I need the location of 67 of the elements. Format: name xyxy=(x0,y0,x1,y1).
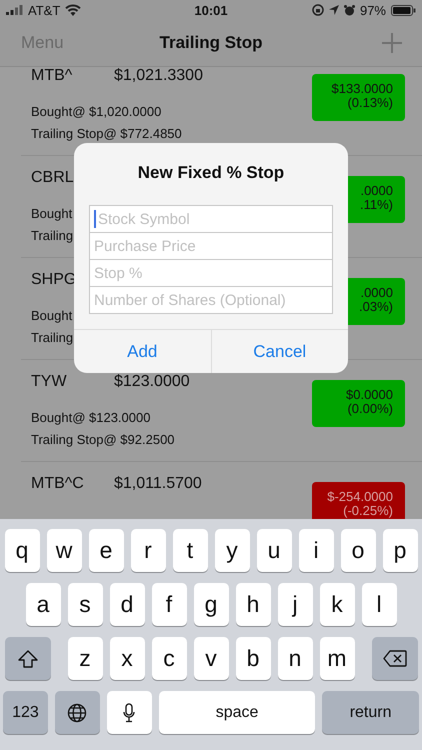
stock-symbol: SHPG xyxy=(31,271,76,289)
key[interactable]: i xyxy=(298,529,334,572)
stock-price: $1,011.5700 xyxy=(114,475,202,493)
key[interactable]: t xyxy=(172,529,208,572)
key[interactable]: m xyxy=(320,637,354,680)
return-key[interactable]: return xyxy=(322,691,419,734)
trailing-stop: Trailing Stop@ $92.2500 xyxy=(31,431,176,449)
microphone-key[interactable] xyxy=(106,691,152,734)
wifi-icon xyxy=(65,4,82,16)
key[interactable]: z xyxy=(68,637,102,680)
stock-price: $1,021.3300 xyxy=(114,67,203,85)
bought-price: Bought@ $1,020.0000 xyxy=(31,103,162,121)
rotation-lock-icon xyxy=(312,4,324,16)
key[interactable]: e xyxy=(88,529,124,572)
stock-price: $123.0000 xyxy=(114,373,190,391)
delete-icon xyxy=(382,650,406,667)
trailing-stop: Trailing Stop@ $772.4850 xyxy=(31,125,183,143)
dialog-button[interactable]: Cancel xyxy=(210,330,348,373)
microphone-icon xyxy=(123,702,136,722)
signal-icon xyxy=(6,5,23,15)
space-key[interactable]: space xyxy=(158,691,316,734)
shift-icon xyxy=(18,650,38,668)
globe-key[interactable] xyxy=(54,691,100,734)
key[interactable]: s xyxy=(68,583,102,626)
status-time: 10:01 xyxy=(194,2,228,18)
change-badge: $133.0000 (0.13%) xyxy=(312,74,405,121)
key[interactable]: x xyxy=(110,637,144,680)
key[interactable]: g xyxy=(194,583,228,626)
change-badge: $-254.0000 (-0.25%) xyxy=(312,482,405,519)
stock-symbol: MTB^ xyxy=(31,67,72,85)
key[interactable]: u xyxy=(256,529,292,572)
stock-symbol: MTB^C xyxy=(31,475,84,493)
carrier-name: AT&T xyxy=(28,2,60,18)
numbers-key[interactable]: 123 xyxy=(3,691,48,734)
key[interactable]: w xyxy=(46,529,82,572)
dialog-title: New Fixed % Stop xyxy=(138,163,284,183)
key[interactable]: r xyxy=(130,529,166,572)
key[interactable]: n xyxy=(278,637,312,680)
alarm-icon xyxy=(344,4,355,16)
stock-symbol: CBRL xyxy=(31,169,74,187)
bought-price: Bought@ $123.0000 xyxy=(31,409,152,427)
shift-key[interactable] xyxy=(4,637,50,680)
delete-key[interactable] xyxy=(372,637,418,680)
key[interactable]: k xyxy=(320,583,354,626)
battery-percent: 97% xyxy=(360,2,386,18)
key[interactable]: q xyxy=(4,529,40,572)
key[interactable]: v xyxy=(194,637,228,680)
key[interactable]: y xyxy=(214,529,250,572)
key[interactable]: j xyxy=(278,583,312,626)
key[interactable]: l xyxy=(362,583,396,626)
stock-symbol: TYW xyxy=(31,373,67,391)
key[interactable]: o xyxy=(340,529,376,572)
dialog-button[interactable]: Add xyxy=(74,330,210,373)
key[interactable]: p xyxy=(382,529,418,572)
key[interactable]: c xyxy=(152,637,186,680)
key[interactable]: a xyxy=(26,583,60,626)
key[interactable]: h xyxy=(236,583,270,626)
battery-icon xyxy=(391,4,416,16)
globe-icon xyxy=(67,702,88,722)
key[interactable]: b xyxy=(236,637,270,680)
screen-title: Trailing Stop xyxy=(160,33,262,53)
key[interactable]: d xyxy=(110,583,144,626)
change-badge: $0.0000 (0.00%) xyxy=(312,380,405,427)
bought-price: Bought xyxy=(31,307,74,325)
location-icon xyxy=(328,5,339,15)
key[interactable]: f xyxy=(152,583,186,626)
trailing-stop: Trailing xyxy=(31,329,74,347)
